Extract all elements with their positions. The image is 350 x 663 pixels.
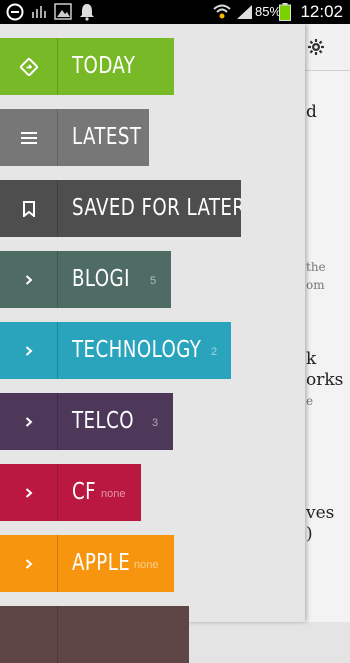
nav-item-label: TELCO [72,408,135,434]
minus-circle-icon [6,3,24,26]
article-toolbar [305,24,350,71]
today-diamond-icon [0,38,58,95]
article-text: k [306,349,317,369]
article-text: d [306,102,317,122]
chevron-right-icon [0,606,58,663]
article-text: ves [306,503,335,523]
bell-icon [79,3,95,26]
nav-item-label: BLOGI [72,266,130,292]
nav-item-label: APPLE [72,550,131,576]
nav-item-label: CF [72,479,97,505]
nav-item-label: LATEST [72,124,142,150]
list-lines-icon [0,109,58,166]
nav-item-label: TODAY [72,53,136,79]
nav-item-latest[interactable]: LATEST [0,109,149,166]
unread-count: 3 [152,417,159,429]
article-text: e [306,394,314,408]
nav-item-partial[interactable] [0,606,189,663]
chevron-right-icon [0,251,58,308]
image-icon [54,3,72,25]
chevron-right-icon [0,322,58,379]
nav-item-today[interactable]: TODAY [0,38,174,95]
battery-percent: 85% [255,4,282,19]
unread-count: none [134,559,159,571]
settings-icon[interactable] [307,38,325,60]
wifi-icon [212,3,232,26]
status-bar: 85% 12:02 [0,0,350,24]
nav-item-blogi[interactable]: BLOGI 5 [0,251,171,308]
nav-item-telco[interactable]: TELCO 3 [0,393,173,450]
unread-count: none [101,488,126,500]
chevron-right-icon [0,464,58,521]
article-text: ) [306,524,313,544]
navigation-drawer: TODAY LATEST SAVED FOR LATER BLOGI 5 TEC… [0,24,305,663]
article-text: om [306,278,325,292]
cellular-signal-icon [236,4,253,25]
chevron-right-icon [0,535,58,592]
article-text: orks [306,370,344,390]
article-background: d the om k orks e ves ) [305,24,350,622]
bookmark-icon [0,180,58,237]
article-text: the [306,260,326,274]
nav-item-saved-for-later[interactable]: SAVED FOR LATER [0,180,241,237]
nav-item-apple[interactable]: APPLE none [0,535,174,592]
battery-icon [279,3,291,26]
nav-item-label: TECHNOLOGY [72,337,202,363]
nav-item-label: SAVED FOR LATER [72,195,241,221]
chevron-right-icon [0,393,58,450]
signal-bars-icon [31,3,47,24]
unread-count: 2 [211,346,218,358]
nav-item-cf[interactable]: CF none [0,464,141,521]
unread-count: 5 [150,275,157,287]
nav-item-technology[interactable]: TECHNOLOGY 2 [0,322,231,379]
clock: 12:02 [300,2,343,21]
